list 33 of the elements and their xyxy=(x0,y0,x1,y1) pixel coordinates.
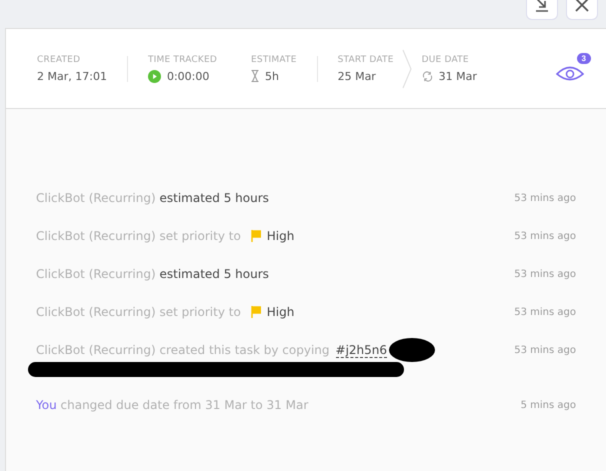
field-label: DUE DATE xyxy=(422,54,470,64)
timestamp: 53 mins ago xyxy=(514,230,576,242)
watchers-count: 3 xyxy=(576,53,591,64)
field-value: 2 Mar, 17:01 xyxy=(37,70,107,82)
field-label: START DATE xyxy=(338,54,394,64)
field-value[interactable]: 31 Mar xyxy=(438,70,477,82)
field-value[interactable]: 25 Mar xyxy=(338,70,376,82)
watchers-button[interactable]: 3 xyxy=(556,53,591,84)
download-icon xyxy=(534,0,550,13)
priority-value: High xyxy=(266,305,294,319)
activity-text: ClickBot (Recurring) set priority to xyxy=(36,229,241,243)
timestamp: 53 mins ago xyxy=(514,268,576,280)
field-value: 5h xyxy=(265,70,279,82)
timestamp: 5 mins ago xyxy=(520,400,576,410)
activity-text: ClickBot (Recurring) created this task by copying xyxy=(36,343,330,357)
timestamp: 53 mins ago xyxy=(514,344,576,356)
chevron-icon xyxy=(402,48,412,88)
field-label: ESTIMATE xyxy=(251,54,297,64)
priority-value: High xyxy=(266,229,294,243)
recurring-icon xyxy=(422,70,433,82)
field-value: 0:00:00 xyxy=(166,70,210,82)
eye-icon xyxy=(556,65,584,81)
field-label: CREATED xyxy=(37,54,82,64)
activity-text: ClickBot (Recurring) set priority to xyxy=(36,305,241,319)
timestamp: 53 mins ago xyxy=(514,192,576,204)
activity-text: ClickBot (Recurring) estimated 5 hours xyxy=(36,191,269,205)
activity-text: ClickBot (Recurring) estimated 5 hours xyxy=(36,267,269,281)
close-icon xyxy=(575,0,589,12)
activity-text: You changed due date from 31 Mar to 31 Mar xyxy=(36,398,308,412)
hourglass-icon xyxy=(251,70,260,82)
task-link[interactable]: #j2h5n6 xyxy=(336,342,388,358)
timestamp: 53 mins ago xyxy=(514,306,576,318)
field-label: TIME TRACKED xyxy=(148,54,218,64)
